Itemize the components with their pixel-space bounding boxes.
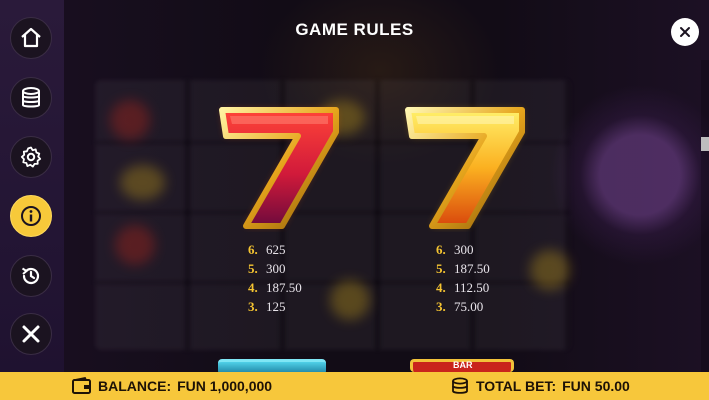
coin-stack-icon [452,377,468,394]
info-icon [21,206,41,226]
total-bet-label: TOTAL BET: [476,378,557,394]
paytable-row: 6. 300 [436,242,474,257]
paytable-row: 3. 75.00 [436,299,484,314]
close-rules-button[interactable] [671,18,699,46]
gear-icon [20,146,42,168]
scrollbar-thumb[interactable] [701,137,709,151]
close-menu-button[interactable] [10,313,52,355]
paytable-row: 3. 125 [248,299,286,314]
red-seven-paytable: 6. 625 5. 300 4. 187.50 3. 125 [248,240,302,316]
scrollbar-track[interactable] [701,60,709,372]
balance-value: FUN 1,000,000 [177,378,273,394]
settings-button[interactable] [10,136,52,178]
paytable-row: 6. 625 [248,242,286,257]
blurred-symbol [110,100,150,140]
next-symbol-preview: BAR [410,359,514,372]
balance-display: BALANCE: FUN 1,000,000 [72,372,272,400]
info-button[interactable] [10,195,52,237]
history-icon [21,267,40,285]
paytable-row: 4. 187.50 [248,280,302,295]
status-bar: BALANCE: FUN 1,000,000 TOTAL BET: FUN 50… [0,372,709,400]
paytable-row: 5. 300 [248,261,286,276]
total-bet-display: TOTAL BET: FUN 50.00 [450,372,630,400]
total-bet-value: FUN 50.00 [562,378,630,394]
history-button[interactable] [10,255,52,297]
close-icon [22,325,40,343]
blurred-symbol [530,250,570,290]
gold-seven-symbol [405,107,525,229]
page-title: GAME RULES [295,20,414,39]
red-seven-symbol [219,107,339,229]
paytable-row: 4. 112.50 [436,280,490,295]
balance-label: BALANCE: [98,378,172,394]
blurred-symbol [120,165,165,200]
blurred-symbol [330,280,370,320]
gold-seven-paytable: 6. 300 5. 187.50 4. 112.50 3. 75.00 [436,240,490,316]
sidebar-menu [0,0,64,372]
close-icon [680,27,690,37]
coin-stack-icon [22,87,40,108]
bet-settings-button[interactable] [10,77,52,119]
paytable-row: 5. 187.50 [436,261,490,276]
bar-symbol-glyph: BAR [453,360,473,370]
blurred-symbol [115,225,155,265]
wallet-icon [72,377,91,394]
